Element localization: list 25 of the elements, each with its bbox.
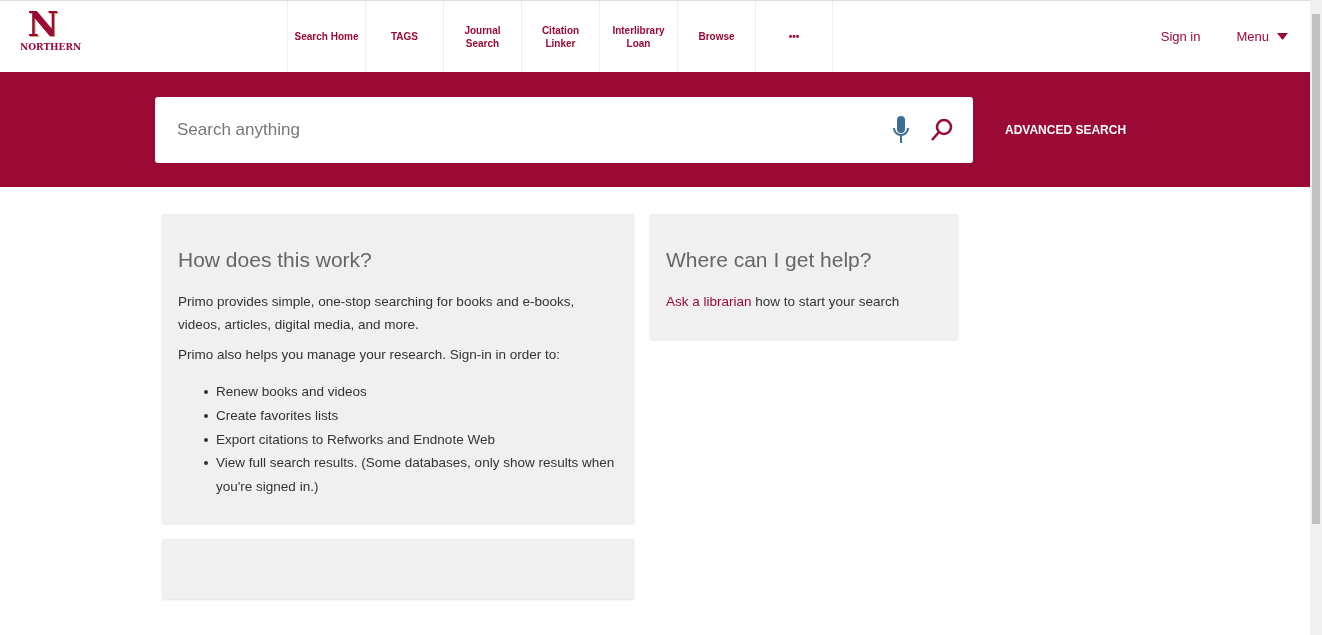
bullet-icon: [204, 461, 208, 466]
list-item-text: Create favorites lists: [216, 407, 339, 425]
search-icon[interactable]: [931, 117, 953, 142]
bullet-icon: [204, 437, 208, 442]
bullet-icon: [204, 390, 208, 395]
help-text: Ask a librarian how to start your search: [666, 292, 901, 311]
nav-link[interactable]: •••: [755, 1, 833, 72]
card-title: Where can I get help?: [666, 247, 873, 273]
sign-in-link[interactable]: Sign in: [1154, 25, 1207, 48]
list-item-text: Renew books and videos: [216, 383, 367, 402]
scrollbar-thumb[interactable]: [1312, 14, 1320, 524]
advanced-search-link[interactable]: ADVANCED SEARCH: [999, 119, 1133, 140]
ask-librarian-link[interactable]: Ask a librarian: [666, 293, 752, 309]
logo-text: NORTHERN: [20, 41, 83, 54]
logo-letter: N: [27, 7, 59, 41]
card-title: How does this work?: [178, 247, 373, 273]
scrollbar[interactable]: [1310, 0, 1322, 635]
list-item-text: Export citations to Refworks and Endnote Web: [216, 430, 495, 449]
menu-button[interactable]: Menu: [1230, 25, 1294, 48]
paragraph-text: Primo also helps you manage your research. Sign-in in order to:: [178, 345, 561, 364]
bullet-icon: [204, 414, 208, 418]
paragraph-text: Primo provides simple, one-stop searching for books and e-books, videos, articles, digital media, and more.: [178, 292, 576, 335]
caret-icon[interactable]: [1277, 33, 1288, 40]
list-item-text: View full search results. (Some databases, only show results when you're signed in.): [216, 454, 616, 496]
microphone-icon[interactable]: [893, 115, 909, 144]
